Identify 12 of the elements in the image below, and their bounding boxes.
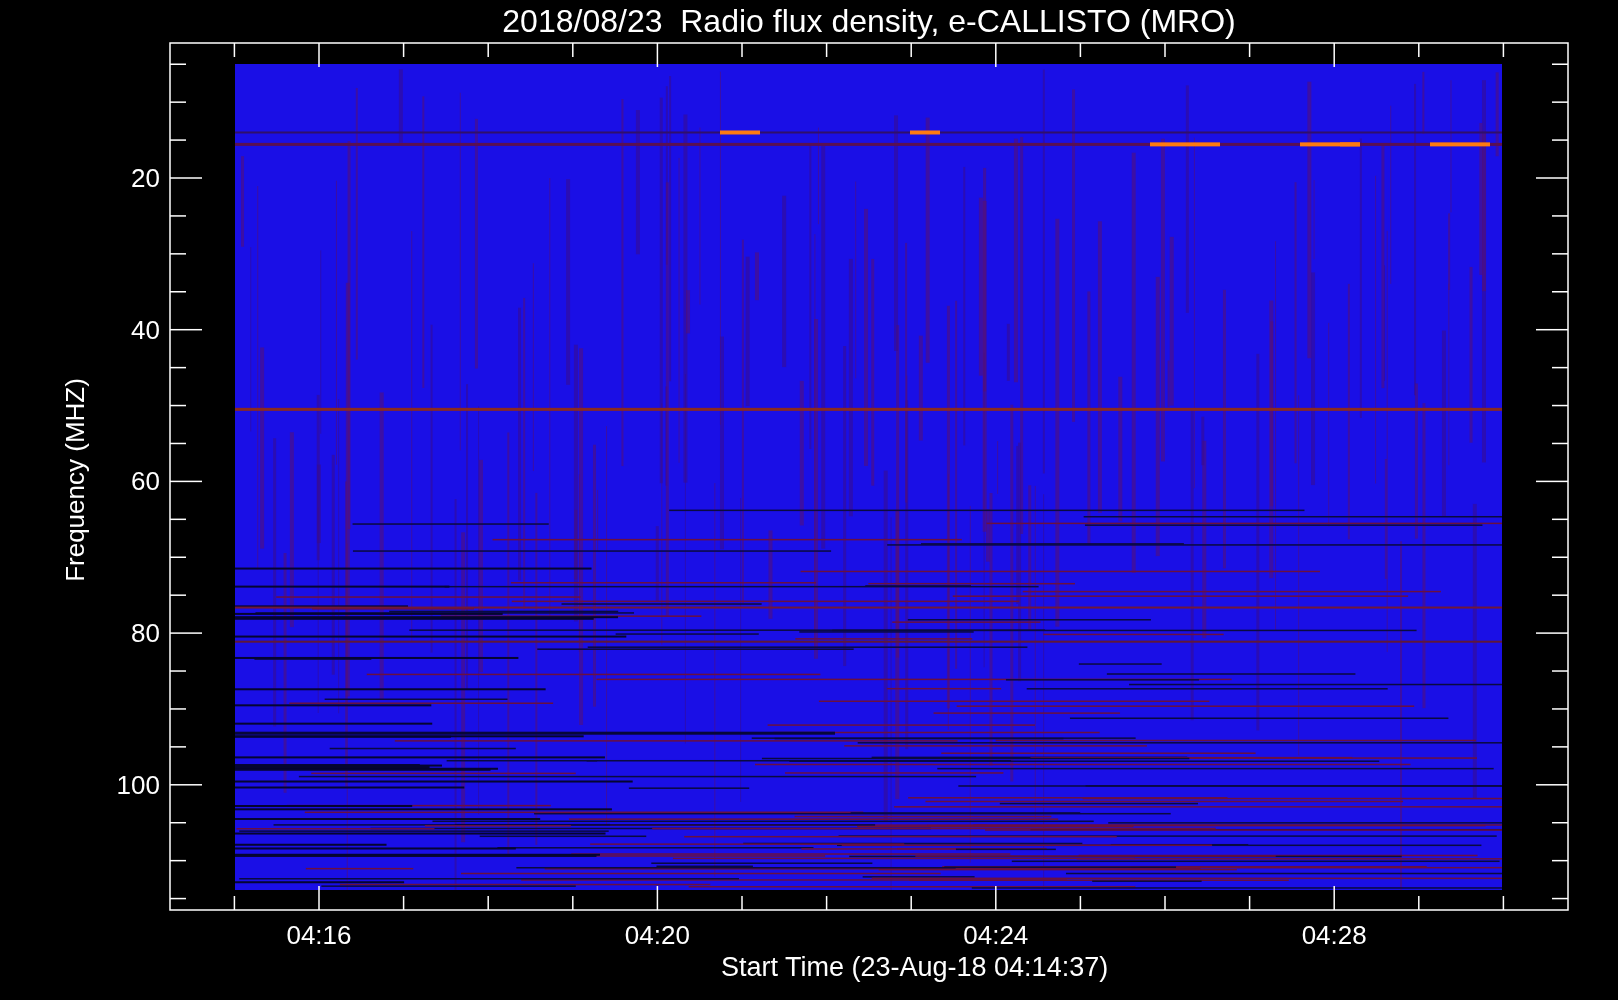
y-tick-label: 20 xyxy=(131,163,160,193)
y-tick-label: 40 xyxy=(131,314,160,345)
x-axis-label: Start Time (23-Aug-18 04:14:37) xyxy=(721,952,1109,982)
y-tick-label: 80 xyxy=(131,618,160,649)
x-tick-label: 04:20 xyxy=(624,920,690,950)
y-tick-label: 100 xyxy=(116,769,160,800)
plot-title: 2018/08/23 Radio flux density, e-CALLISTO (MRO) xyxy=(502,3,1236,39)
y-axis-label: Frequency (MHZ) xyxy=(60,378,90,582)
x-tick-label: 04:24 xyxy=(963,920,1029,950)
y-tick-label: 60 xyxy=(131,466,160,497)
x-tick-label: 04:28 xyxy=(1301,920,1367,950)
x-tick-label: 04:16 xyxy=(286,920,352,950)
